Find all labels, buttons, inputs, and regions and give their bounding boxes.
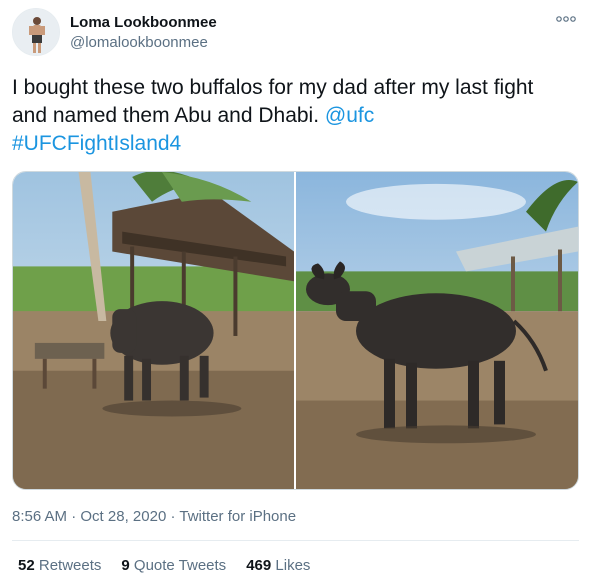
- tweet-stats: 52 Retweets 9 Quote Tweets 469 Likes: [18, 557, 330, 574]
- likes-stat[interactable]: 469 Likes: [246, 557, 310, 574]
- tweet-text: I bought these two buffalos for my dad a…: [12, 74, 572, 158]
- author-name[interactable]: Loma Lookboonmee: [70, 13, 217, 32]
- retweets-count: 52: [18, 557, 35, 574]
- avatar[interactable]: [12, 8, 60, 56]
- tweet-header: Loma Lookboonmee @lomalookboonmee: [12, 8, 579, 58]
- tweet-body: I bought these two buffalos for my dad a…: [12, 76, 534, 127]
- divider: [12, 540, 579, 541]
- photo-buffalo-1[interactable]: [13, 172, 296, 489]
- more-dots-icon[interactable]: [555, 12, 577, 26]
- tweet-source[interactable]: Twitter for iPhone: [179, 508, 296, 525]
- meta-separator: ·: [67, 508, 81, 525]
- hashtag-link[interactable]: #UFCFightIsland4: [12, 132, 181, 155]
- quote-tweets-stat[interactable]: 9 Quote Tweets: [121, 557, 226, 574]
- retweets-label: Retweets: [38, 557, 102, 574]
- author-handle[interactable]: @lomalookboonmee: [70, 33, 217, 52]
- tweet-date[interactable]: Oct 28, 2020: [80, 508, 166, 525]
- photo-buffalo-2[interactable]: [296, 172, 578, 489]
- quote-tweets-count: 9: [121, 557, 130, 574]
- meta-separator: ·: [166, 508, 180, 525]
- tweet-media: [12, 171, 579, 490]
- likes-count: 469: [246, 557, 272, 574]
- quote-tweets-label: Quote Tweets: [133, 557, 227, 574]
- tweet-time[interactable]: 8:56 AM: [12, 508, 67, 525]
- likes-label: Likes: [275, 557, 311, 574]
- tweet-meta: 8:56 AM · Oct 28, 2020 · Twitter for iPh…: [12, 508, 296, 525]
- retweets-stat[interactable]: 52 Retweets: [18, 557, 101, 574]
- mention-link[interactable]: @ufc: [325, 104, 374, 127]
